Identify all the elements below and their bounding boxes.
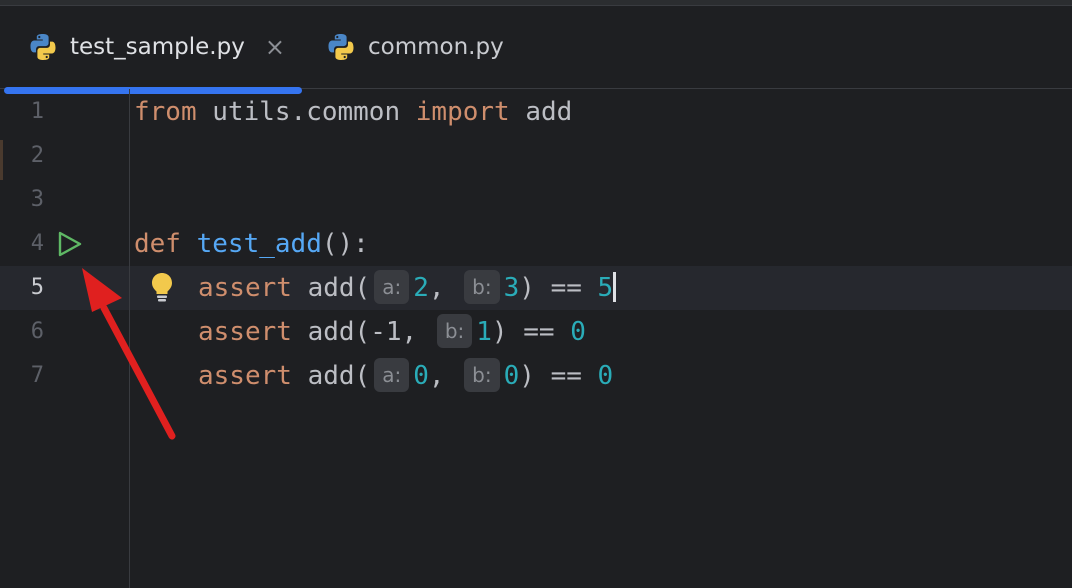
- code-line-4[interactable]: def test_add():: [134, 222, 369, 266]
- line-number: 4: [30, 231, 44, 256]
- number-literal: 0: [503, 361, 520, 391]
- line-number: 1: [30, 99, 44, 124]
- separator: ,: [428, 273, 461, 303]
- line-number: 3: [30, 187, 44, 212]
- line-number: 2: [30, 143, 44, 168]
- tab-test-sample[interactable]: test_sample.py ×: [28, 6, 285, 88]
- keyword: assert: [198, 361, 292, 391]
- keyword: from: [134, 97, 197, 127]
- tab-label: test_sample.py: [70, 34, 245, 60]
- import-name: add: [509, 97, 573, 127]
- number-literal: 2: [413, 273, 429, 303]
- python-icon: [328, 34, 354, 60]
- code-line-7[interactable]: assert add(a: 0, b: 0) == 0: [198, 354, 613, 398]
- code-line-5[interactable]: assert add(a: 2, b: 3) == 5: [198, 266, 617, 310]
- lightbulb-icon[interactable]: [148, 271, 176, 303]
- parameter-hint: a:: [374, 357, 410, 392]
- number-literal: 5: [597, 273, 614, 303]
- comparison: ) ==: [519, 361, 598, 391]
- code-line-6[interactable]: assert add(-1, b: 1) == 0: [198, 310, 586, 354]
- keyword: assert: [198, 273, 292, 303]
- call: add(: [291, 273, 371, 303]
- parameter-hint: b:: [436, 313, 473, 348]
- number-literal: 0: [413, 361, 429, 391]
- separator: ,: [401, 317, 433, 347]
- number-literal: 1: [476, 317, 492, 347]
- keyword: assert: [198, 317, 292, 347]
- gutter-divider: [129, 89, 130, 588]
- keyword: import: [415, 97, 510, 127]
- line-number: 6: [30, 319, 44, 344]
- comparison: ) ==: [519, 273, 598, 303]
- line-number: 7: [30, 363, 44, 388]
- number-literal: 3: [503, 273, 520, 303]
- python-icon: [30, 34, 56, 60]
- number-literal: 0: [597, 361, 614, 391]
- keyword: def: [134, 229, 181, 259]
- separator: ,: [428, 361, 461, 391]
- text-caret: [613, 271, 617, 302]
- punctuation: ():: [321, 229, 369, 259]
- tab-label: common.py: [368, 34, 504, 60]
- function-name: test_add: [180, 229, 322, 259]
- run-test-icon[interactable]: [56, 230, 84, 258]
- parameter-hint: a:: [374, 269, 410, 304]
- code-line-1[interactable]: from utils.common import add: [134, 90, 572, 134]
- parameter-hint: b:: [464, 269, 500, 304]
- call: add(: [291, 361, 371, 391]
- close-icon[interactable]: ×: [265, 35, 285, 59]
- tab-common[interactable]: common.py: [326, 6, 504, 88]
- number-literal: -1: [370, 317, 402, 347]
- module-name: utils.common: [196, 97, 416, 127]
- editor-tab-bar: test_sample.py × common.py: [0, 6, 1072, 94]
- call: add(: [291, 317, 371, 347]
- number-literal: 0: [570, 317, 586, 347]
- parameter-hint: b:: [464, 357, 500, 392]
- comparison: ) ==: [491, 317, 571, 347]
- line-number-current: 5: [30, 275, 44, 300]
